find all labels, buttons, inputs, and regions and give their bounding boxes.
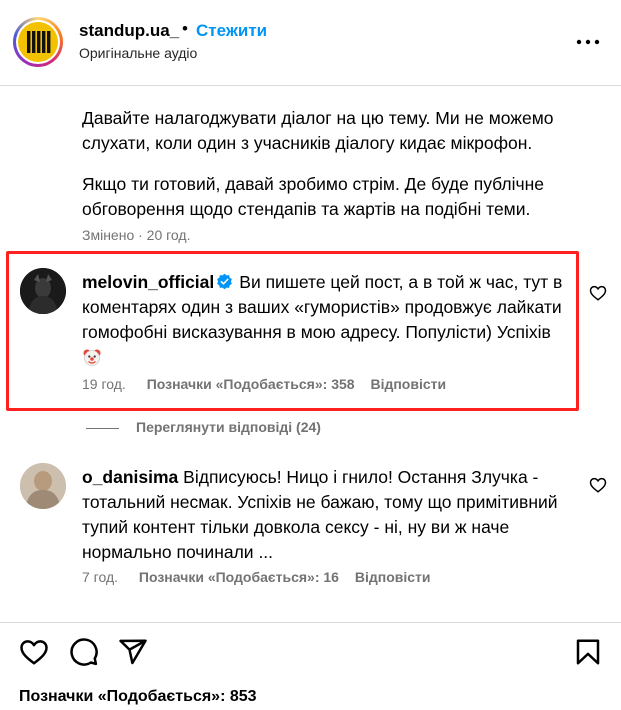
- heart-icon[interactable]: [19, 637, 49, 667]
- reply-button[interactable]: Відповісти: [355, 569, 431, 585]
- replies-divider-line: [86, 427, 119, 429]
- post-header: standup.ua_ • Стежити Оригінальне аудіо: [0, 0, 621, 86]
- caption-paragraph: Давайте налагоджувати діалог на цю тему.…: [82, 108, 554, 153]
- comment-meta: 7 год. Позначки «Подобається»: 16 Відпов…: [82, 569, 431, 585]
- follow-button[interactable]: Стежити: [196, 21, 267, 41]
- bookmark-icon[interactable]: [573, 637, 603, 667]
- clown-face-icon: [82, 347, 102, 367]
- comment-time: 7 год.: [82, 569, 119, 585]
- comment-like-heart-icon[interactable]: [589, 284, 607, 302]
- comment-username[interactable]: o_danisima: [82, 467, 178, 487]
- comment-body: o_danisima Відписуюсь! Ницо і гнило! Ост…: [82, 465, 572, 565]
- comment-body: melovin_official Ви пишете цей пост, а в …: [82, 270, 572, 370]
- comment-time: 19 год.: [82, 376, 126, 392]
- caption-edited-time: Змінено · 20 год.: [82, 227, 191, 243]
- reply-button[interactable]: Відповісти: [370, 376, 446, 392]
- view-replies-button[interactable]: Переглянути відповіді (24): [86, 419, 321, 435]
- comment-likes[interactable]: Позначки «Подобається»: 16: [139, 569, 339, 585]
- audio-label[interactable]: Оригінальне аудіо: [79, 45, 197, 61]
- post-likes-count[interactable]: Позначки «Подобається»: 853: [19, 688, 257, 706]
- more-options-icon[interactable]: [575, 29, 601, 55]
- profile-avatar[interactable]: [13, 17, 63, 67]
- avatar[interactable]: [20, 463, 66, 509]
- standup-logo-icon: [18, 22, 58, 62]
- header-username[interactable]: standup.ua_: [79, 21, 179, 41]
- separator-dot: •: [182, 19, 188, 38]
- caption-paragraph: Якщо ти готовий, давай зробимо стрім. Де…: [82, 174, 545, 219]
- verified-badge-icon: [216, 272, 233, 290]
- comment-icon[interactable]: [69, 637, 99, 667]
- comment-username[interactable]: melovin_official: [82, 272, 214, 292]
- post-actions: Позначки «Подобається»: 853: [0, 622, 621, 710]
- view-replies-label: Переглянути відповіді (24): [136, 419, 321, 435]
- share-icon[interactable]: [118, 637, 148, 667]
- comment-likes[interactable]: Позначки «Подобається»: 358: [147, 376, 355, 392]
- avatar[interactable]: [20, 268, 66, 314]
- comment-like-heart-icon[interactable]: [589, 476, 607, 494]
- comment-meta: 19 год. Позначки «Подобається»: 358 Відп…: [82, 376, 446, 392]
